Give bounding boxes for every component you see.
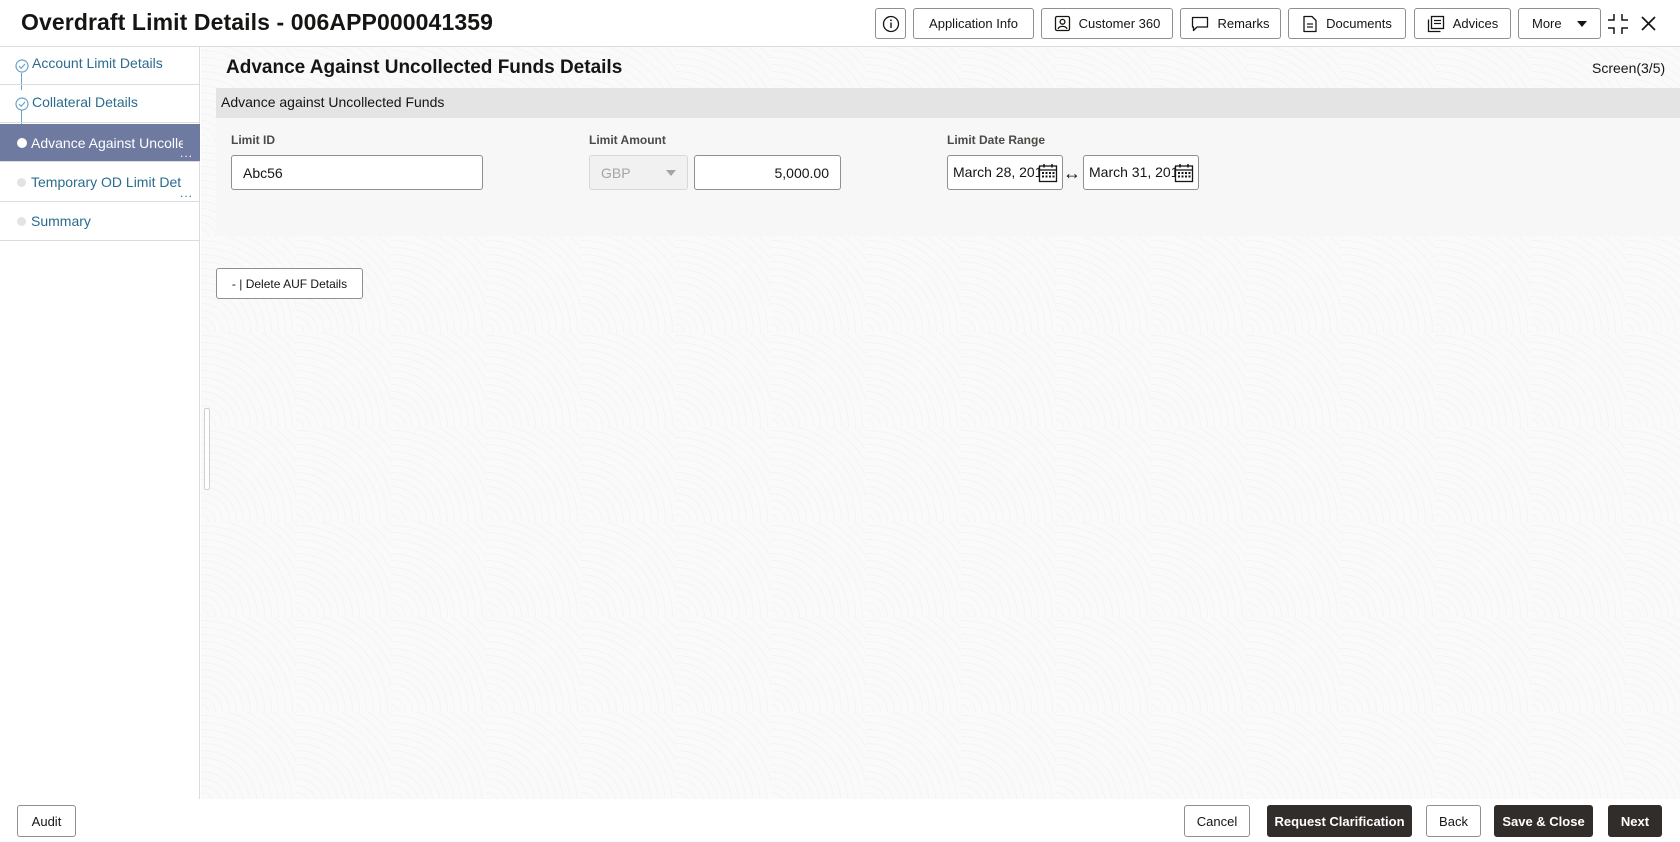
documents-label: Documents: [1326, 16, 1392, 31]
remarks-label: Remarks: [1217, 16, 1270, 31]
save-and-close-label: Save & Close: [1502, 813, 1585, 829]
end-date-value: March 31, 2018: [1089, 164, 1175, 180]
back-label: Back: [1439, 813, 1468, 829]
calendar-icon[interactable]: [1174, 163, 1194, 183]
sidebar-item-label: Summary: [31, 213, 91, 229]
next-label: Next: [1620, 813, 1650, 829]
sidebar-item-collateral-details[interactable]: Collateral Details: [0, 85, 200, 123]
step-navigation-sidebar: Account Limit Details Collateral Details…: [0, 47, 200, 799]
check-circle-icon: [15, 59, 29, 73]
document-icon: [1303, 15, 1317, 32]
collapse-icon[interactable]: [1607, 13, 1629, 35]
customer-card-icon: [1054, 15, 1070, 32]
header-bar: Overdraft Limit Details - 006APP00004135…: [0, 0, 1680, 47]
advices-icon: [1427, 15, 1444, 32]
pending-step-dot-icon: [17, 178, 26, 187]
screen-indicator: Screen(3/5): [1592, 60, 1666, 76]
sidebar-resize-handle[interactable]: [204, 408, 210, 490]
save-and-close-button[interactable]: Save & Close: [1494, 805, 1593, 837]
check-circle-icon: [15, 97, 29, 111]
customer-360-button[interactable]: Customer 360: [1041, 8, 1173, 39]
start-date-value: March 28, 2018: [953, 164, 1039, 180]
remarks-button[interactable]: Remarks: [1180, 8, 1281, 39]
cancel-button[interactable]: Cancel: [1184, 805, 1250, 837]
audit-label: Audit: [31, 813, 62, 829]
pending-step-dot-icon: [17, 217, 26, 226]
sidebar-item-summary[interactable]: Summary: [0, 202, 200, 241]
request-clarification-label: Request Clarification: [1274, 813, 1405, 829]
advices-button[interactable]: Advices: [1414, 8, 1511, 39]
sidebar-item-advance-against-uncollected-funds[interactable]: Advance Against Uncollected Funds Detail…: [0, 124, 200, 162]
info-button[interactable]: [875, 8, 906, 39]
sidebar-item-label: Account Limit Details: [32, 55, 163, 71]
date-range-arrow-icon: ↔: [1063, 163, 1081, 183]
calendar-icon[interactable]: [1038, 163, 1058, 183]
section-title: Advance against Uncollected Funds: [221, 94, 445, 110]
limit-date-range-label: Limit Date Range: [947, 133, 1046, 147]
info-icon: [882, 15, 899, 32]
request-clarification-button[interactable]: Request Clarification: [1267, 805, 1412, 837]
back-button[interactable]: Back: [1426, 805, 1481, 837]
page-header-title: Overdraft Limit Details - 006APP00004135…: [21, 9, 494, 35]
limit-amount-label: Limit Amount: [589, 133, 666, 147]
end-date-input[interactable]: March 31, 2018: [1083, 155, 1199, 190]
limit-id-value: Abc56: [243, 164, 283, 181]
sidebar-item-temporary-od-limit-details[interactable]: Temporary OD Limit Details ...: [0, 163, 200, 202]
chevron-down-icon: [1576, 20, 1587, 27]
limit-amount-value: 5,000.00: [774, 164, 830, 181]
delete-auf-details-label: - | Delete AUF Details: [231, 276, 348, 291]
limit-id-input[interactable]: Abc56: [231, 155, 483, 190]
start-date-input[interactable]: March 28, 2018: [947, 155, 1063, 190]
delete-auf-details-button[interactable]: - | Delete AUF Details: [216, 268, 363, 299]
truncation-ellipsis: ...: [179, 186, 193, 200]
documents-button[interactable]: Documents: [1288, 8, 1406, 39]
customer-360-label: Customer 360: [1078, 16, 1161, 31]
close-icon[interactable]: [1640, 15, 1657, 32]
application-info-label: Application Info: [929, 16, 1018, 31]
next-button[interactable]: Next: [1608, 805, 1662, 837]
section-header: Advance against Uncollected Funds: [216, 88, 1680, 118]
truncation-ellipsis: ...: [179, 146, 193, 160]
sidebar-item-label: Advance Against Uncollected Funds Detail…: [31, 135, 183, 151]
advices-label: Advices: [1452, 16, 1499, 31]
chat-bubble-icon: [1192, 16, 1209, 31]
sidebar-item-account-limit-details[interactable]: Account Limit Details: [0, 47, 200, 85]
application-info-button[interactable]: Application Info: [913, 8, 1034, 39]
limit-id-label: Limit ID: [231, 133, 275, 147]
sidebar-item-label: Temporary OD Limit Details: [31, 174, 181, 190]
limit-amount-input[interactable]: 5,000.00: [694, 155, 841, 190]
footer-bar: Audit Cancel Request Clarification Back …: [0, 799, 1680, 842]
sidebar-item-label: Collateral Details: [32, 94, 138, 110]
cancel-label: Cancel: [1196, 813, 1238, 829]
current-step-dot-icon: [17, 138, 27, 148]
more-label: More: [1532, 16, 1562, 31]
currency-value: GBP: [601, 164, 631, 181]
more-dropdown-button[interactable]: More: [1518, 8, 1601, 39]
page-title: Advance Against Uncollected Funds Detail…: [226, 57, 623, 78]
chevron-down-icon: [666, 170, 676, 176]
currency-select: GBP: [589, 155, 688, 190]
audit-button[interactable]: Audit: [17, 805, 76, 837]
